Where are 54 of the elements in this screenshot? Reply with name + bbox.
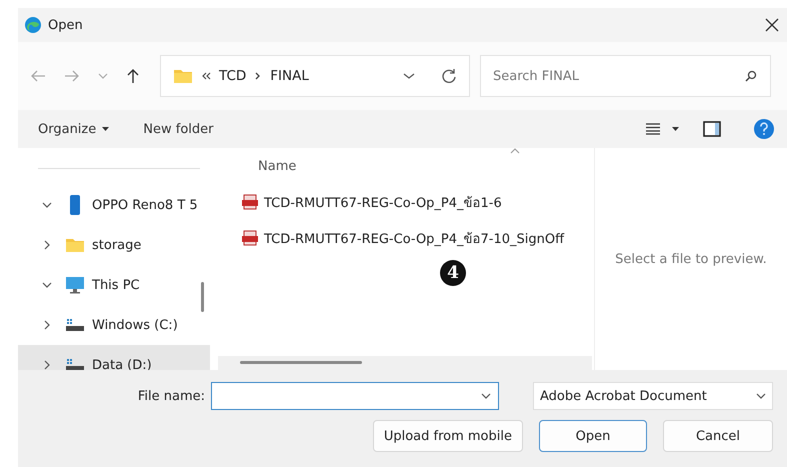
organize-menu[interactable]: Organize xyxy=(36,118,112,140)
browser-logo-icon xyxy=(24,16,42,34)
annotation-number: 4 xyxy=(440,260,466,286)
drive-icon xyxy=(65,358,85,370)
tree-item[interactable]: storage xyxy=(18,225,210,265)
search-field[interactable]: Search FINAL xyxy=(480,55,771,97)
horizontal-scrollbar[interactable] xyxy=(218,356,592,370)
tree-item[interactable]: OPPO Reno8 T 5 xyxy=(18,185,210,225)
preview-message: Select a file to preview. xyxy=(615,252,767,266)
chevron-right-icon[interactable] xyxy=(43,360,51,370)
search-icon xyxy=(745,70,757,82)
chevron-right-icon xyxy=(254,71,262,81)
dialog-button[interactable]: Upload from mobile xyxy=(372,420,523,452)
drive-icon xyxy=(65,318,85,332)
tree-item[interactable]: This PC xyxy=(18,265,210,305)
view-list-icon[interactable] xyxy=(646,123,660,135)
double-chevron-icon xyxy=(201,72,211,80)
chevron-right-icon[interactable] xyxy=(43,320,51,330)
folder-icon xyxy=(65,237,85,253)
chevron-down-icon[interactable] xyxy=(42,201,52,209)
breadcrumb-item[interactable]: TCD xyxy=(219,68,246,84)
dialog-button[interactable]: Cancel xyxy=(663,420,773,452)
window-title: Open xyxy=(48,18,84,32)
scrollbar-thumb[interactable] xyxy=(201,282,204,312)
file-name-label: File name: xyxy=(138,388,205,404)
breadcrumb-item[interactable]: FINAL xyxy=(270,68,309,84)
tree-item[interactable]: Data (D:) xyxy=(18,345,210,370)
address-bar[interactable]: TCD FINAL xyxy=(160,55,470,97)
tree-item[interactable]: Windows (C:) xyxy=(18,305,210,345)
pdf-file-icon xyxy=(242,230,258,246)
help-icon[interactable] xyxy=(753,118,775,140)
dialog-button[interactable]: Open xyxy=(539,420,647,452)
chevron-down-icon[interactable] xyxy=(42,281,52,289)
refresh-icon[interactable] xyxy=(441,68,457,84)
pdf-file-icon xyxy=(242,194,258,210)
file-type-dropdown[interactable]: Adobe Acrobat Document xyxy=(533,382,773,410)
chevron-down-icon[interactable] xyxy=(756,392,766,400)
file-item[interactable]: TCD-RMUTT67-REG-Co-Op_P4_ข้อ1-6 xyxy=(218,184,592,220)
caret-icon[interactable] xyxy=(672,127,679,131)
column-header[interactable]: Name xyxy=(258,158,296,174)
chevron-down-icon[interactable] xyxy=(481,392,491,400)
file-item[interactable]: TCD-RMUTT67-REG-Co-Op_P4_ข้อ7-10_SignOff xyxy=(218,220,592,256)
sort-caret-icon xyxy=(510,148,520,154)
chevron-down-icon[interactable] xyxy=(403,72,415,80)
monitor-icon xyxy=(65,276,85,294)
preview-pane-icon[interactable] xyxy=(703,121,721,137)
close-icon[interactable] xyxy=(765,18,779,32)
chevron-right-icon[interactable] xyxy=(43,240,51,250)
phone-icon xyxy=(69,194,81,216)
up-arrow-icon[interactable] xyxy=(126,68,140,84)
caret-icon xyxy=(102,127,110,131)
new-folder-button[interactable]: New folder xyxy=(141,118,216,140)
file-name-field[interactable] xyxy=(211,382,499,410)
folder-icon xyxy=(173,68,193,84)
